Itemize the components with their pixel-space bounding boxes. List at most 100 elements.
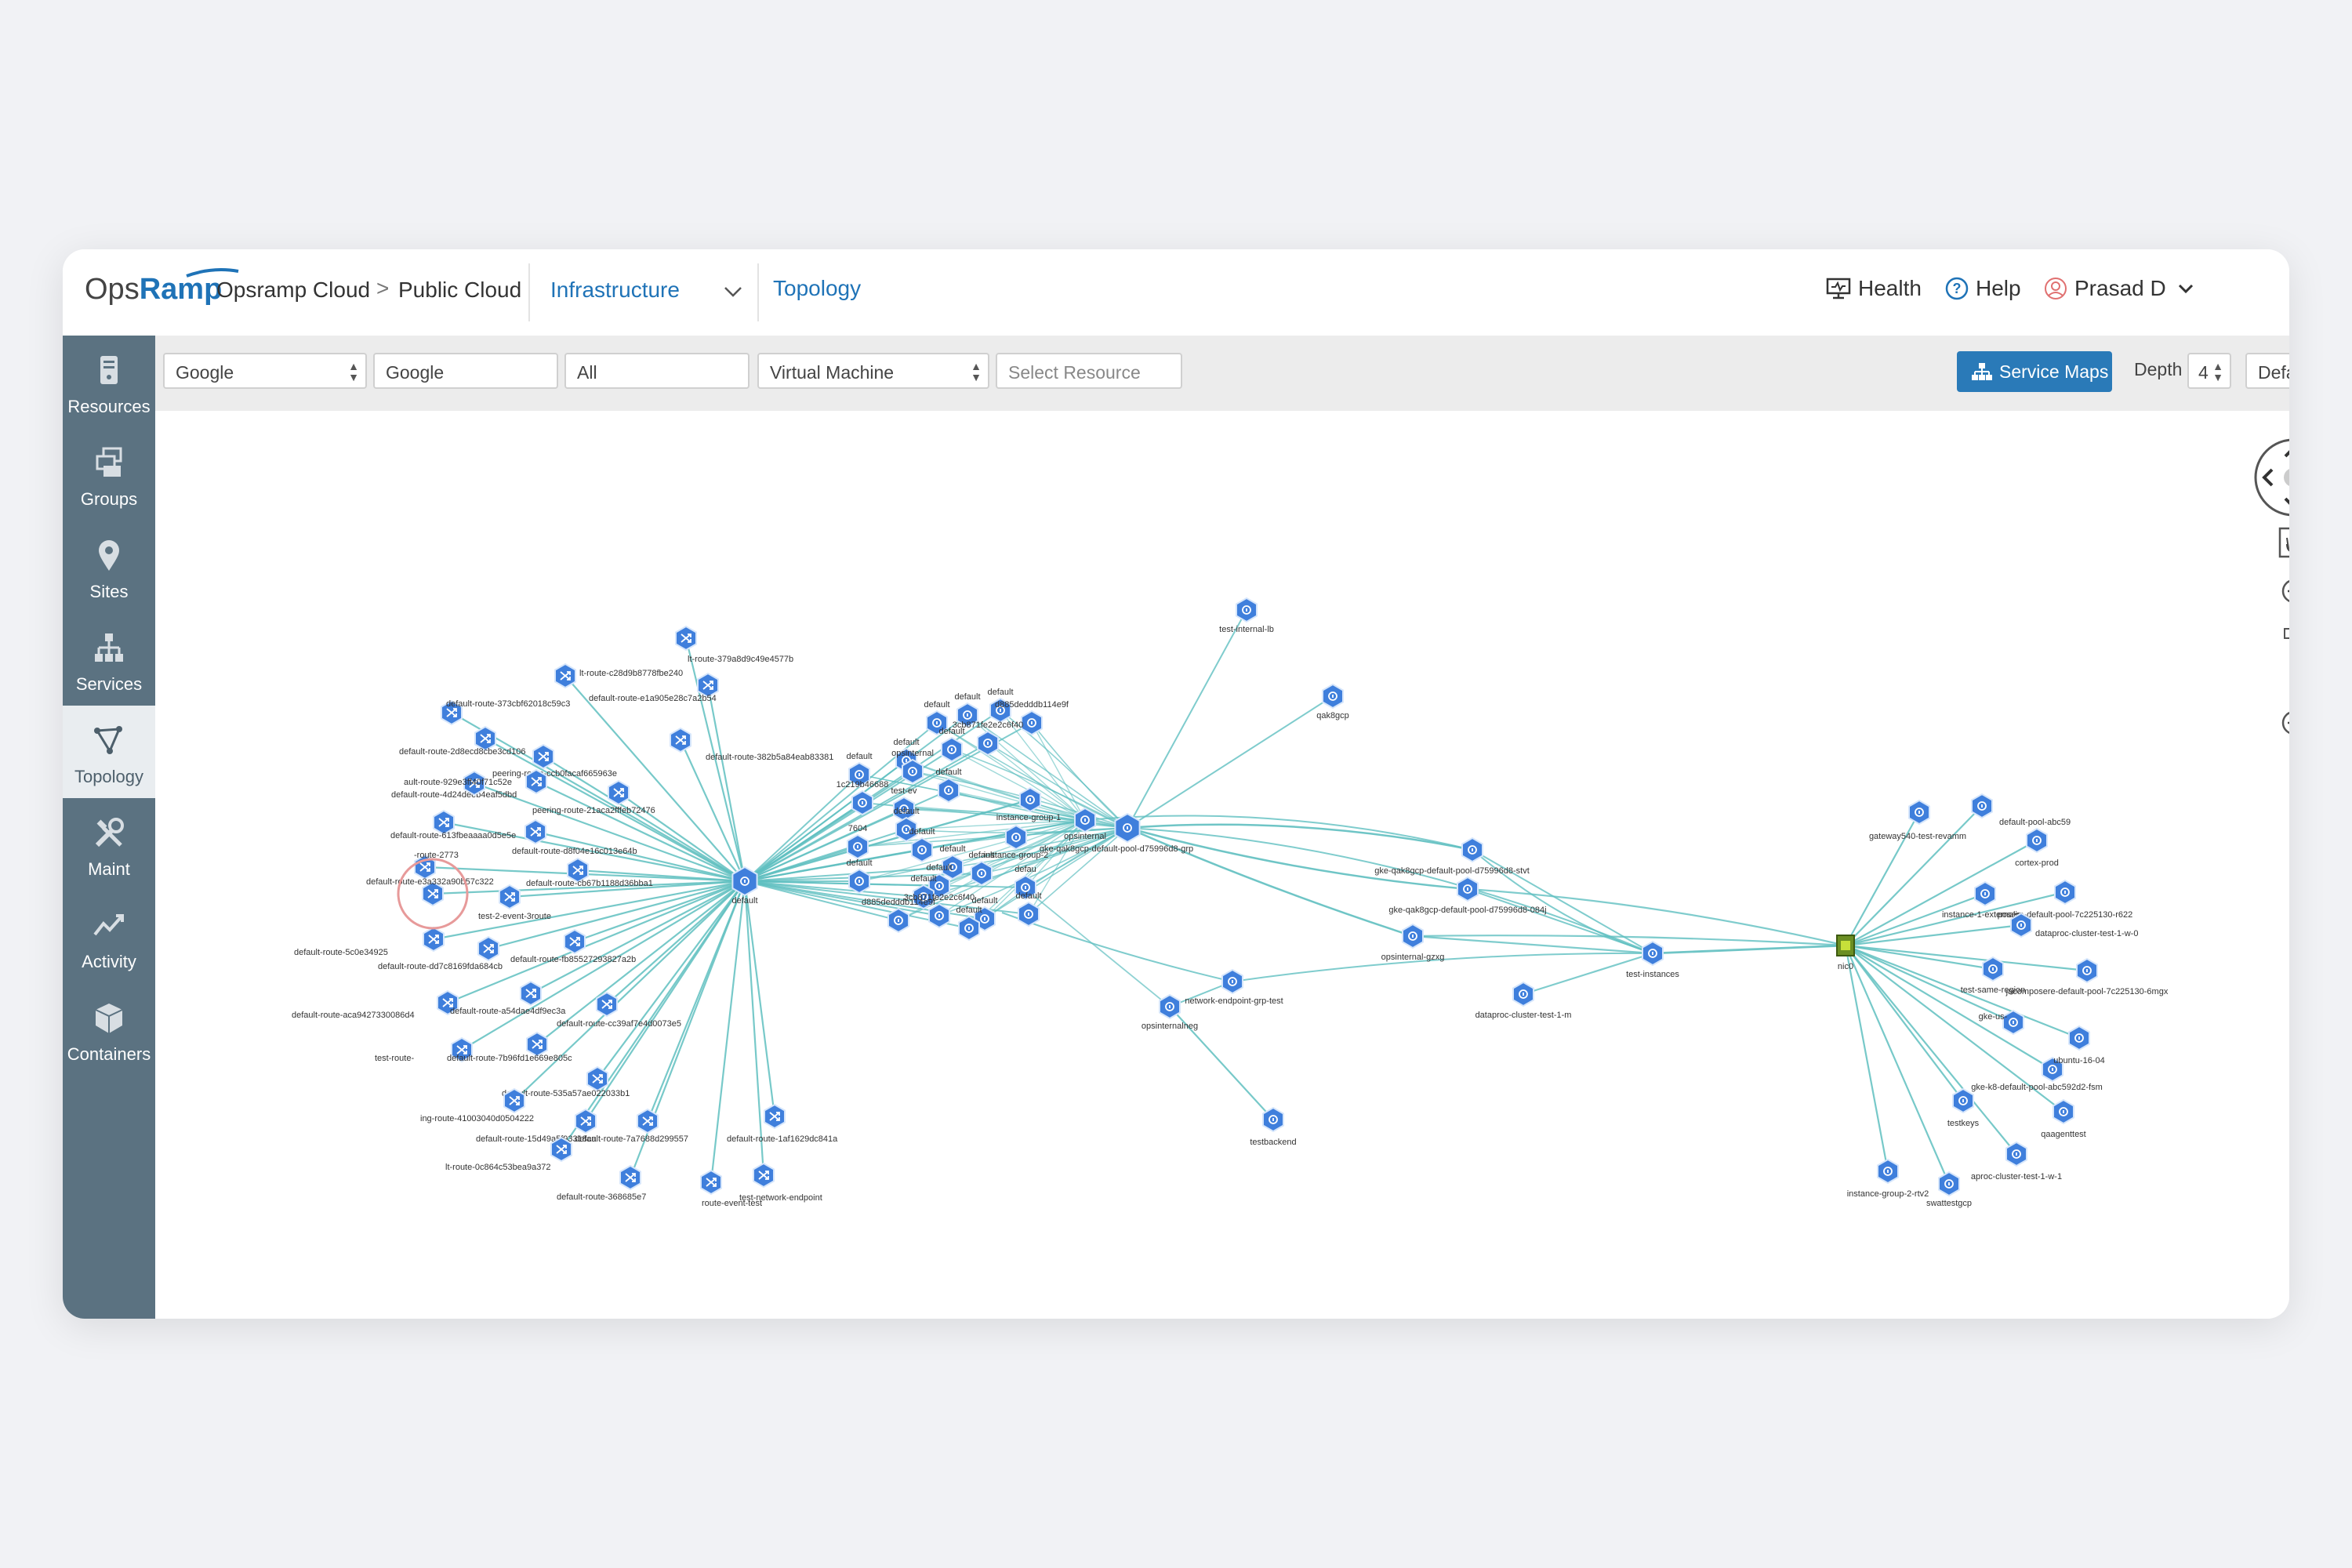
pan-control[interactable]	[2254, 438, 2289, 517]
node-label: default-route-cb67b1188d36bba1	[526, 879, 653, 888]
right-vm-node[interactable]: gateway540-test-revamm	[1869, 799, 1966, 841]
account-input[interactable]: Google	[373, 353, 558, 389]
hub-node-test-internal-lb[interactable]: test-internal-lb	[1219, 597, 1274, 634]
zoom-slider[interactable]	[2281, 579, 2289, 735]
sidebar-item-maint[interactable]: Maint	[63, 798, 155, 891]
sidebar-item-sites[interactable]: Sites	[63, 521, 155, 613]
vm-node[interactable]: default	[939, 844, 966, 880]
hub-node-dataproc-m[interactable]: dataproc-cluster-test-1-m	[1475, 981, 1572, 1020]
account-value: Google	[386, 362, 445, 383]
route-node[interactable]: default-route-368685e7	[557, 1164, 646, 1202]
route-node[interactable]: lt-route-379a8d9c49e4577b	[675, 625, 793, 664]
route-node[interactable]: default-route-d8f04e16c013e64b	[512, 818, 637, 856]
infrastructure-dropdown[interactable]: Infrastructure	[528, 263, 759, 321]
route-node[interactable]: default-route-2d8ecd8cbe3cd106	[399, 725, 525, 757]
right-vm-node[interactable]: swattestgcp	[1926, 1171, 1972, 1208]
topology-edge	[1845, 805, 1983, 946]
right-vm-node[interactable]: aproc-cluster-test-1-w-1	[1971, 1141, 2062, 1181]
depth-select[interactable]: 4 ▲ ▼	[2187, 353, 2231, 389]
right-vm-node[interactable]: default-pool-abc59	[1971, 793, 2071, 827]
node-label: default-route-dd7c8169fda684cb	[378, 962, 503, 971]
hub-node-default[interactable]: default	[731, 866, 758, 906]
route-node[interactable]: default-route-1af1629dc841a	[727, 1103, 838, 1144]
resource-type-select[interactable]: Virtual Machine ▲ ▼	[757, 353, 989, 389]
route-node[interactable]: default-route-382b5a84eab83381	[670, 727, 833, 762]
hub-node-stvt[interactable]: gke-qak8gcp-default-pool-d75996d8-stvt	[1374, 837, 1530, 876]
right-vm-node[interactable]: ubuntu-16-04	[2053, 1025, 2105, 1065]
hub-node-gzxg[interactable]: opsinternal-gzxg	[1381, 923, 1445, 962]
vm-node[interactable]: default	[956, 906, 982, 942]
sidebar-label: Activity	[82, 952, 136, 971]
layout-select[interactable]: Default ▲▼	[2245, 353, 2289, 389]
right-vm-node[interactable]: qaagenttest	[2041, 1098, 2086, 1139]
sidebar-item-groups[interactable]: Groups	[63, 428, 155, 521]
provider-select[interactable]: Google ▲ ▼	[163, 353, 367, 389]
breadcrumb-opsramp-cloud[interactable]: Opsramp Cloud	[216, 278, 370, 303]
select-resource-input[interactable]: Select Resource	[996, 353, 1182, 389]
route-node[interactable]: default-route-fb85527293827a2b	[510, 928, 636, 964]
opsramp-logo[interactable]: OpsRamp	[85, 268, 239, 307]
sidebar-label: Containers	[67, 1044, 151, 1064]
route-node[interactable]: default-route-cc39af7e4d0073e5	[557, 991, 681, 1029]
route-node[interactable]: default-route-373cbf62018c59c3	[441, 699, 570, 726]
user-menu[interactable]: Prasad D	[2043, 276, 2201, 301]
topology-edge	[744, 802, 863, 882]
sidebar-item-topology[interactable]: Topology	[63, 706, 155, 798]
hand-tool-button[interactable]	[2278, 527, 2289, 558]
vm-node[interactable]: d885dedddb114e9f	[862, 898, 936, 934]
node-label: default	[987, 688, 1013, 697]
route-node[interactable]: test-network-endpoint	[739, 1162, 822, 1203]
vm-node[interactable]: default	[846, 858, 873, 895]
sidebar-item-resources[interactable]: Resources	[63, 336, 155, 428]
vm-node[interactable]: 1c219b46688	[837, 780, 889, 816]
topology-edge	[1001, 912, 1233, 982]
topology-graph[interactable]: lt-route-379a8d9c49e4577b lt-route-c28d9b…	[155, 411, 2289, 1319]
node-label: 7604	[848, 824, 867, 833]
vm-node[interactable]: default	[935, 768, 962, 804]
route-node[interactable]: default-route-5c0e34925	[294, 926, 445, 957]
service-maps-button[interactable]: Service Maps	[1957, 351, 2112, 392]
right-vm-node[interactable]: instance-group-2-rtv2	[1847, 1158, 1929, 1199]
node-label: test-internal-lb	[1219, 625, 1274, 634]
hub-node-nic0[interactable]: nic0	[1836, 935, 1855, 971]
tab-topology[interactable]: Topology	[773, 276, 861, 301]
help-link[interactable]: ? Help	[1944, 276, 2021, 301]
updown-arrows-icon: ▲ ▼	[971, 360, 982, 383]
route-node[interactable]: default-route-613fbeaaaa0d5e5e	[390, 809, 516, 840]
vm-node[interactable]: default	[1015, 891, 1042, 927]
node-label: lt-route-c28d9b8778fbe240	[579, 669, 683, 678]
topology-edge	[743, 880, 776, 1117]
depth-value: 4	[2198, 362, 2209, 383]
right-vm-node[interactable]: testkeys	[1947, 1087, 1980, 1128]
topology-edge	[1844, 945, 1889, 1172]
route-node[interactable]: default-route-aca9427330086d4	[292, 989, 459, 1020]
node-label: gke-k8-default-pool-abc592d2-fsm	[1971, 1083, 2103, 1092]
breadcrumb-public-cloud[interactable]: Public Cloud	[398, 278, 521, 303]
vm-node[interactable]: default	[938, 727, 965, 763]
breadcrumb-separator: >	[376, 276, 390, 300]
node-label: cortex-prod	[2015, 858, 2059, 868]
hub-node-endpoint-grp[interactable]: network-endpoint-grp-test	[1185, 968, 1283, 1006]
hub-node-qak8gcp[interactable]: qak8gcp	[1316, 683, 1349, 720]
right-vm-node[interactable]: posere-default-pool-7c225130-r622	[1998, 879, 2132, 920]
node-label: default-route-7a7688d299557	[575, 1134, 688, 1144]
route-node[interactable]: ing-route-41003040d0504222	[420, 1087, 534, 1123]
route-node[interactable]: lt-route-c28d9b8778fbe240	[554, 662, 683, 689]
sidebar-item-activity[interactable]: Activity	[63, 891, 155, 983]
sidebar-item-containers[interactable]: Containers	[63, 983, 155, 1076]
topology-canvas[interactable]: lt-route-379a8d9c49e4577b lt-route-c28d9b…	[155, 411, 2289, 1319]
node-label: default	[893, 807, 919, 816]
right-vm-node[interactable]: gke-us-	[1979, 1009, 2024, 1036]
hub-node-testbackend[interactable]: testbackend	[1250, 1106, 1297, 1147]
map-pin-icon	[99, 540, 119, 571]
vm-node[interactable]: 3cb871fe2e2c6f40	[953, 720, 1024, 757]
sidebar-item-services[interactable]: Services	[63, 613, 155, 706]
health-link[interactable]: Health	[1825, 276, 1922, 301]
vm-node[interactable]: default	[909, 827, 935, 863]
region-input[interactable]: All	[564, 353, 750, 389]
node-label: opsinternalneg	[1142, 1022, 1198, 1031]
node-label: default-route-e3a332a90b57c322	[366, 877, 494, 887]
vm-node[interactable]: 7604	[847, 824, 869, 860]
route-node[interactable]: test-2-event-3route	[478, 884, 551, 921]
node-label: default-route-4d24deeb4eaf5dbd	[391, 790, 517, 800]
